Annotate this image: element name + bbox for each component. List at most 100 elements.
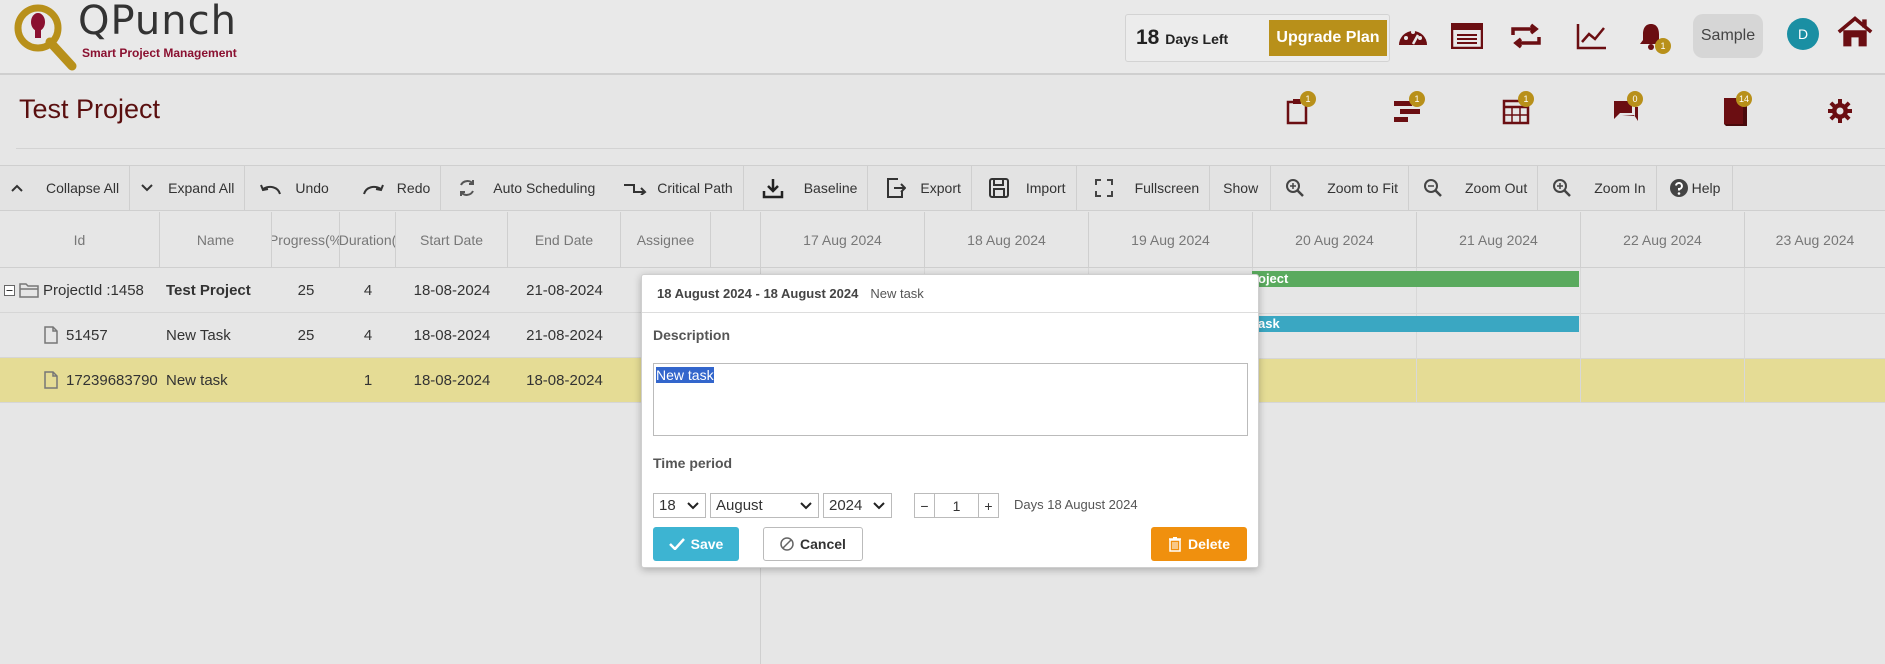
list-view-icon[interactable]	[1449, 18, 1485, 54]
row-duration: 1	[363, 371, 373, 389]
save-disk-icon	[988, 178, 1009, 198]
column-header-assignee[interactable]: Assignee	[621, 212, 711, 268]
collapse-toggle-icon[interactable]	[4, 284, 15, 296]
sync-icon[interactable]	[1508, 18, 1544, 54]
qpunch-logo[interactable]: QPunch Smart Project Management	[14, 0, 274, 72]
home-icon[interactable]	[1837, 14, 1873, 50]
upgrade-plan-button[interactable]: Upgrade Plan	[1269, 20, 1387, 56]
duration-decrement-button[interactable]: −	[914, 493, 935, 518]
chevron-down-icon	[141, 184, 153, 192]
description-selected-text: New task	[656, 367, 714, 383]
day-select-value: 18	[659, 497, 676, 514]
fullscreen-button[interactable]: Fullscreen	[1077, 166, 1211, 210]
critical-path-label: Critical Path	[657, 180, 733, 196]
show-button[interactable]: Show	[1210, 166, 1272, 210]
redo-icon	[362, 184, 384, 195]
row-start-date: 18-08-2024	[413, 326, 491, 344]
help-button[interactable]: Help	[1657, 166, 1734, 210]
gantt-grid-line	[1580, 268, 1581, 403]
zoom-in-label: Zoom In	[1594, 180, 1646, 196]
zoom-in-icon	[1553, 179, 1572, 197]
chat-icon[interactable]: 0	[1605, 91, 1645, 131]
row-end-date: 21-08-2024	[526, 326, 603, 344]
day-select[interactable]: 18	[653, 493, 706, 518]
row-id: 17239683790	[66, 371, 158, 389]
cancel-button[interactable]: Cancel	[763, 527, 863, 561]
notifications-bell-icon[interactable]: 1	[1633, 18, 1671, 54]
zoom-out-button[interactable]: Zoom Out	[1409, 166, 1539, 210]
column-header-start-date[interactable]: Start Date	[396, 212, 508, 268]
save-button[interactable]: Save	[653, 527, 739, 561]
timeline-day: 20 Aug 2024	[1253, 212, 1417, 268]
zoom-out-icon	[1423, 179, 1442, 197]
column-header-end-date[interactable]: End Date	[508, 212, 621, 268]
baseline-button[interactable]: Baseline	[744, 166, 869, 210]
expand-all-label: Expand All	[168, 180, 235, 196]
logo-icon	[14, 4, 77, 71]
calendar-icon[interactable]: 1	[1496, 91, 1536, 131]
download-icon	[762, 179, 783, 199]
zoom-out-label: Zoom Out	[1464, 180, 1528, 196]
timeline-day: 22 Aug 2024	[1581, 212, 1745, 268]
trial-box: 18 Days Left Upgrade Plan	[1125, 14, 1390, 62]
row-id-cell: 51457	[0, 313, 160, 357]
export-button[interactable]: Export	[868, 166, 972, 210]
dashboard-icon[interactable]	[1395, 18, 1431, 54]
dialog-header[interactable]: 18 August 2024 - 18 August 2024 New task	[642, 275, 1258, 313]
tasks-board-icon[interactable]: 1	[1278, 91, 1318, 131]
settings-gear-icon[interactable]	[1820, 91, 1860, 131]
export-file-icon	[887, 178, 907, 198]
row-start-date: 18-08-2024	[413, 371, 491, 389]
year-select[interactable]: 2024	[823, 493, 892, 518]
trash-icon	[1168, 537, 1181, 552]
duration-increment-button[interactable]: +	[978, 493, 999, 518]
user-name-button[interactable]: Sample	[1693, 14, 1763, 58]
year-select-value: 2024	[829, 497, 863, 514]
chat-badge: 0	[1627, 91, 1643, 107]
row-name: New Task	[166, 326, 231, 344]
duration-input[interactable]: 1	[934, 493, 979, 518]
trial-days-left: 18 Days Left	[1136, 26, 1229, 49]
documents-icon[interactable]: 14	[1714, 91, 1754, 131]
cancel-label: Cancel	[800, 536, 846, 552]
file-icon	[44, 326, 58, 344]
redo-button[interactable]: Redo	[339, 166, 442, 210]
collapse-all-label: Collapse All	[46, 180, 120, 196]
month-select[interactable]: August	[710, 493, 819, 518]
column-header-name[interactable]: Name	[160, 212, 272, 268]
undo-button[interactable]: Undo	[245, 166, 338, 210]
row-progress: 25	[297, 326, 315, 344]
grid-header: Id Name Progress(% Duration( Start Date …	[0, 212, 761, 268]
timeline-day: 19 Aug 2024	[1089, 212, 1253, 268]
page-title: Test Project	[19, 94, 161, 124]
import-button[interactable]: Import	[972, 166, 1077, 210]
row-end-date: 18-08-2024	[526, 371, 603, 389]
month-select-value: August	[716, 497, 763, 514]
column-header-id[interactable]: Id	[0, 212, 160, 268]
gantt-icon[interactable]: 1	[1387, 91, 1427, 131]
zoom-to-fit-button[interactable]: Zoom to Fit	[1271, 166, 1409, 210]
auto-scheduling-button[interactable]: Auto Scheduling	[441, 166, 605, 210]
top-header: QPunch Smart Project Management 18 Days …	[0, 0, 1885, 75]
timeline-day: 17 Aug 2024	[761, 212, 925, 268]
column-header-duration[interactable]: Duration(	[340, 212, 396, 268]
gantt-task-bar[interactable]: ask	[1252, 316, 1579, 332]
time-period-label: Time period	[653, 455, 733, 471]
chevron-down-icon	[800, 501, 812, 509]
expand-all-button[interactable]: Expand All	[130, 166, 246, 210]
delete-button[interactable]: Delete	[1151, 527, 1247, 561]
description-textarea[interactable]: New task	[653, 363, 1248, 436]
zoom-in-button[interactable]: Zoom In	[1538, 166, 1657, 210]
avatar[interactable]: D	[1787, 18, 1819, 50]
column-header-progress[interactable]: Progress(%	[272, 212, 340, 268]
dialog-task-name: New task	[870, 286, 924, 301]
gantt-project-bar[interactable]: oject	[1252, 271, 1579, 287]
row-end-date: 21-08-2024	[526, 281, 603, 299]
analytics-icon[interactable]	[1574, 18, 1610, 54]
zoom-fit-icon	[1286, 179, 1305, 197]
row-name: Test Project	[166, 281, 251, 299]
chevron-down-icon	[687, 501, 699, 509]
redo-label: Redo	[396, 180, 431, 196]
critical-path-button[interactable]: Critical Path	[605, 166, 744, 210]
collapse-all-button[interactable]: Collapse All	[0, 166, 131, 210]
